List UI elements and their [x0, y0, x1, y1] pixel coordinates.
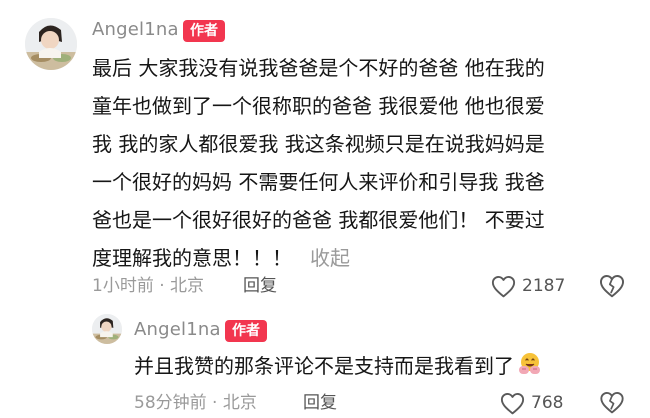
- reply-time-location: 58分钟前 · 北京: [134, 393, 257, 413]
- collapse-button[interactable]: 收起: [310, 246, 350, 270]
- reply-avatar[interactable]: [92, 314, 122, 344]
- author-badge: 作者: [183, 20, 225, 42]
- comment-username[interactable]: Angel1na: [92, 18, 179, 42]
- reply-text: 并且我赞的那条评论不是支持而是我看到了: [134, 350, 634, 382]
- comment-line: 一个很好的妈妈 不需要任何人来评价和引导我 我爸: [92, 170, 545, 194]
- reply-button[interactable]: 回复: [303, 391, 337, 415]
- reply-text-content: 并且我赞的那条评论不是支持而是我看到了: [134, 354, 514, 378]
- heart-icon: [500, 392, 525, 414]
- comment-text: 最后 大家我没有说我爸爸是个不好的爸爸 他在我的 童年也做到了一个很称职的爸爸 …: [92, 49, 632, 277]
- like-count: 2187: [522, 276, 566, 296]
- dislike-button[interactable]: [599, 274, 625, 298]
- comment-line: 度理解我的意思！！！: [92, 246, 292, 270]
- reply-button[interactable]: 回复: [243, 274, 277, 298]
- avatar-photo: [25, 18, 77, 70]
- comment-line: 我 我的家人都很爱我 我这条视频只是在说我妈妈是: [92, 132, 545, 156]
- dislike-button[interactable]: [599, 391, 625, 414]
- comment-line-last: 度理解我的意思！！！ 收起: [92, 239, 632, 277]
- broken-heart-icon: [599, 275, 625, 298]
- like-button[interactable]: 2187: [491, 274, 565, 298]
- broken-heart-icon: [600, 391, 624, 414]
- comment-line: 爸也是一个很好很好的爸爸 我都很爱他们！ 不要过: [92, 208, 545, 232]
- comment-line: 最后 大家我没有说我爸爸是个不好的爸爸 他在我的: [92, 56, 545, 80]
- like-button[interactable]: 768: [500, 391, 563, 415]
- author-badge: 作者: [225, 320, 267, 342]
- hugging-face-icon: [516, 352, 542, 376]
- heart-icon: [491, 275, 516, 297]
- avatar-photo: [92, 314, 122, 344]
- avatar[interactable]: [25, 18, 77, 70]
- like-count: 768: [531, 393, 564, 413]
- comment-line: 童年也做到了一个很称职的爸爸 我很爱他 他也很爱: [92, 94, 545, 118]
- comment-time-location: 1小时前 · 北京: [92, 276, 205, 296]
- reply-username[interactable]: Angel1na: [134, 318, 221, 342]
